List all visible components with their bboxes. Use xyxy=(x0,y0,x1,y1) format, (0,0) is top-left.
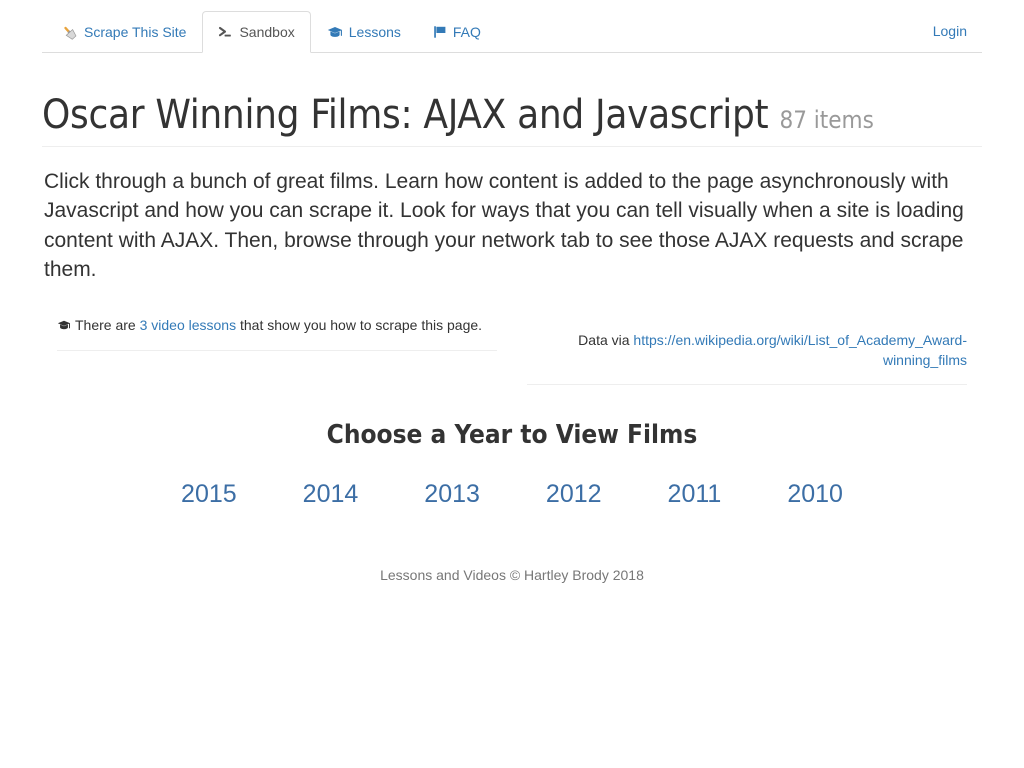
nav-brand-scrape-this-site[interactable]: Scrape This Site xyxy=(42,11,202,53)
page-header: Oscar Winning Films: AJAX and Javascript… xyxy=(42,93,982,147)
item-count-badge: 87 items xyxy=(779,106,874,134)
data-source-column: Data via https://en.wikipedia.org/wiki/L… xyxy=(512,315,982,385)
list-item: 2010 xyxy=(754,477,876,511)
page-title-text: Oscar Winning Films: AJAX and Javascript xyxy=(42,92,769,138)
terminal-prompt-icon xyxy=(218,25,233,39)
lessons-info-text: There are 3 video lessons that show you … xyxy=(57,315,497,351)
graduation-cap-icon xyxy=(57,316,71,336)
page-footer: Lessons and Videos © Hartley Brody 2018 xyxy=(42,565,982,585)
year-link-2015[interactable]: 2015 xyxy=(148,477,270,511)
nav-tab-faq[interactable]: FAQ xyxy=(417,11,497,53)
nav-tab-sandbox-label: Sandbox xyxy=(239,24,295,40)
nav-brand-label: Scrape This Site xyxy=(84,24,187,40)
lessons-info-suffix: that show you how to scrape this page. xyxy=(236,316,483,333)
lessons-info-prefix: There are xyxy=(75,316,140,333)
paint-scraper-icon xyxy=(61,24,78,41)
info-row: There are 3 video lessons that show you … xyxy=(42,315,982,385)
nav-tab-lessons[interactable]: Lessons xyxy=(311,11,417,53)
year-picker-section: Choose a Year to View Films 2015 2014 20… xyxy=(42,419,982,512)
lessons-info-column: There are 3 video lessons that show you … xyxy=(42,315,512,385)
flag-icon xyxy=(433,25,447,39)
lead-paragraph: Click through a bunch of great films. Le… xyxy=(44,170,964,282)
year-link-2012[interactable]: 2012 xyxy=(513,477,635,511)
year-link-2014[interactable]: 2014 xyxy=(270,477,392,511)
list-item: 2015 xyxy=(148,477,270,511)
list-item: 2012 xyxy=(513,477,635,511)
year-picker-heading: Choose a Year to View Films xyxy=(326,419,698,450)
nav-tab-sandbox[interactable]: Sandbox xyxy=(202,11,311,53)
page-title: Oscar Winning Films: AJAX and Javascript… xyxy=(42,93,982,137)
year-link-2013[interactable]: 2013 xyxy=(391,477,513,511)
year-link-2010[interactable]: 2010 xyxy=(754,477,876,511)
list-item: 2013 xyxy=(391,477,513,511)
list-item: 2011 xyxy=(635,477,755,511)
list-item: 2014 xyxy=(270,477,392,511)
nav-tab-lessons-label: Lessons xyxy=(348,24,401,40)
navbar: Scrape This Site Sandbox Lessons FAQ Log… xyxy=(42,0,982,53)
data-source-prefix: Data via xyxy=(578,331,634,348)
video-lessons-link[interactable]: 3 video lessons xyxy=(140,317,237,333)
graduation-cap-icon xyxy=(327,25,343,39)
login-link[interactable]: Login xyxy=(918,11,982,51)
wikipedia-source-link[interactable]: https://en.wikipedia.org/wiki/List_of_Ac… xyxy=(633,332,967,368)
navbar-right-section: Login xyxy=(918,11,982,51)
year-link-2011[interactable]: 2011 xyxy=(635,477,755,511)
footer-copyright-text: Lessons and Videos © Hartley Brody 2018 xyxy=(380,567,644,584)
page-container: Scrape This Site Sandbox Lessons FAQ Log… xyxy=(42,0,982,585)
data-source-text: Data via https://en.wikipedia.org/wiki/L… xyxy=(527,330,967,385)
page-root: Scrape This Site Sandbox Lessons FAQ Log… xyxy=(0,0,1024,768)
year-link-list: 2015 2014 2013 2012 2011 2010 xyxy=(42,477,982,511)
nav-tab-faq-label: FAQ xyxy=(452,24,481,40)
nav-tab-list: Scrape This Site Sandbox Lessons FAQ xyxy=(42,8,982,53)
